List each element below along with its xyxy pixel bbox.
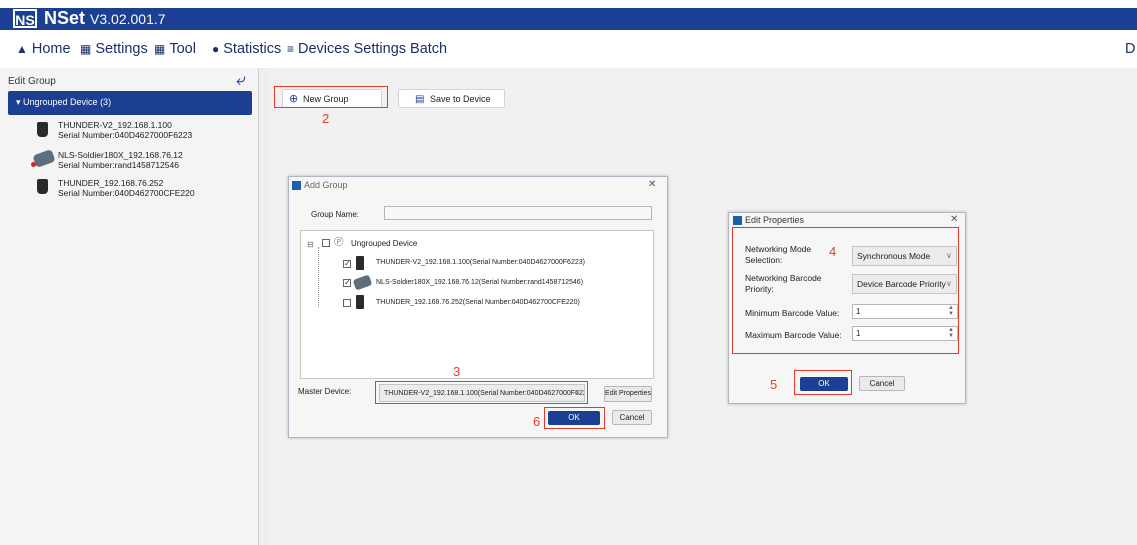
highlight-box	[375, 381, 588, 404]
ungrouped-checkbox[interactable]	[322, 239, 330, 247]
home-icon: ▲	[16, 42, 28, 56]
tree-device-label: THUNDER_192.168.76.252(Serial Number:040…	[376, 299, 580, 306]
scanner-device-icon	[356, 295, 364, 309]
scanner-device-icon	[37, 179, 48, 194]
menu-settings-label: Settings	[95, 41, 148, 57]
step-number: 4	[829, 244, 837, 259]
menu-home[interactable]: ▲ Home	[16, 41, 71, 57]
menu-home-label: Home	[31, 41, 71, 57]
step-number: 5	[770, 377, 778, 392]
close-icon[interactable]: ✕	[950, 214, 958, 225]
menu-tool-label: Tool	[169, 41, 196, 57]
settings-icon: ▦	[80, 42, 92, 56]
minimum-barcode-label: Minimum Barcode Value:	[745, 308, 840, 318]
device-serial: Serial Number:040D462700CFE220	[58, 188, 195, 198]
device-checkbox[interactable]	[343, 299, 351, 307]
tree-device-label: THUNDER-V2_192.168.1.100(Serial Number:0…	[376, 259, 585, 266]
app-name: NSet	[44, 8, 86, 28]
folder-icon: ℗	[334, 234, 344, 249]
app-logo: NS	[13, 9, 37, 28]
scanner-device-icon	[356, 256, 364, 270]
collapse-toggle-icon[interactable]: ⊟	[307, 240, 314, 249]
menu-settings[interactable]: ▦ Settings	[80, 41, 148, 57]
master-device-label: Master Device:	[298, 387, 352, 396]
dialog-app-icon	[733, 216, 742, 225]
tool-icon: ▦	[154, 42, 166, 56]
device-status-dot	[31, 162, 36, 167]
menu-overflow[interactable]: D	[1125, 41, 1135, 57]
group-name-input[interactable]	[384, 206, 652, 220]
networking-mode-label: Networking Mode Selection:	[745, 244, 812, 265]
menu-devices-settings-batch[interactable]: ≡ Devices Settings Batch	[287, 41, 447, 57]
edit-properties-title: Edit Properties	[745, 215, 805, 225]
group-name-label: Group Name:	[311, 210, 360, 219]
device-checkbox[interactable]: ✓	[343, 279, 351, 287]
menu-batch-label: Devices Settings Batch	[298, 41, 448, 57]
app-version: V3.02.001.7	[90, 11, 166, 27]
menu-statistics-label: Statistics	[223, 41, 282, 57]
barcode-priority-select[interactable]: Device Barcode Priority	[852, 274, 957, 294]
cancel-button[interactable]: Cancel	[859, 376, 905, 391]
device-name: THUNDER-V2_192.168.1.100	[58, 120, 172, 130]
menu-statistics[interactable]: ● Statistics	[212, 41, 281, 57]
step-number: 3	[453, 364, 461, 379]
title-bar-strip	[0, 0, 1137, 8]
batch-icon: ≡	[287, 42, 295, 56]
statistics-icon: ●	[212, 42, 220, 56]
scanner-device-icon	[37, 122, 48, 137]
menu-tool[interactable]: ▦ Tool	[154, 41, 196, 57]
close-icon[interactable]: ✕	[648, 179, 656, 190]
tree-device-label: NLS-Soldier180X_192.168.76.12(Serial Num…	[376, 279, 584, 286]
highlight-box	[794, 370, 852, 395]
dialog-app-icon	[292, 181, 301, 190]
minimum-barcode-input[interactable]: 1	[852, 304, 958, 319]
panel-divider[interactable]	[259, 68, 269, 545]
device-list-item[interactable]: THUNDER_192.168.76.252 Serial Number:040…	[58, 178, 195, 198]
step-number: 6	[533, 414, 541, 429]
device-name: THUNDER_192.168.76.252	[58, 178, 164, 188]
save-to-device-label: Save to Device	[430, 94, 491, 104]
device-name: NLS-Soldier180X_192.168.76.12	[58, 150, 183, 160]
device-list-item[interactable]: NLS-Soldier180X_192.168.76.12 Serial Num…	[58, 150, 183, 170]
tree-root-label: Ungrouped Device	[351, 239, 418, 248]
edit-properties-button[interactable]: Edit Properties	[604, 386, 652, 402]
device-list-item[interactable]: THUNDER-V2_192.168.1.100 Serial Number:0…	[58, 120, 192, 140]
save-icon: ▤	[415, 94, 425, 105]
highlight-box	[544, 407, 605, 429]
maximum-barcode-input[interactable]: 1	[852, 326, 958, 341]
spinner-arrows-icon[interactable]: ▲ ▼	[948, 305, 954, 317]
barcode-priority-label: Networking Barcode Priority:	[745, 273, 822, 294]
app-title: NSet V3.02.001.7	[44, 8, 166, 29]
back-arrow-icon[interactable]: ⤶	[236, 70, 246, 90]
highlight-box	[274, 86, 388, 108]
group-header-label: ▾ Ungrouped Device (3)	[16, 97, 112, 107]
step-number: 2	[322, 111, 330, 126]
chevron-down-icon: ∨	[946, 279, 952, 288]
networking-mode-select[interactable]: Synchronous Mode	[852, 246, 957, 266]
cancel-button[interactable]: Cancel	[612, 410, 652, 425]
save-to-device-button[interactable]: ▤ Save to Device	[398, 89, 505, 108]
add-group-title: Add Group	[304, 180, 348, 190]
chevron-down-icon: ∨	[946, 251, 952, 260]
device-serial: Serial Number:040D4627000F6223	[58, 130, 193, 140]
edit-group-title: Edit Group	[8, 76, 56, 87]
device-checkbox[interactable]: ✓	[343, 260, 351, 268]
spinner-arrows-icon[interactable]: ▲ ▼	[948, 327, 954, 339]
maximum-barcode-label: Maximum Barcode Value:	[745, 330, 842, 340]
device-serial: Serial Number:rand1458712546	[58, 160, 179, 170]
tree-line	[318, 247, 320, 307]
